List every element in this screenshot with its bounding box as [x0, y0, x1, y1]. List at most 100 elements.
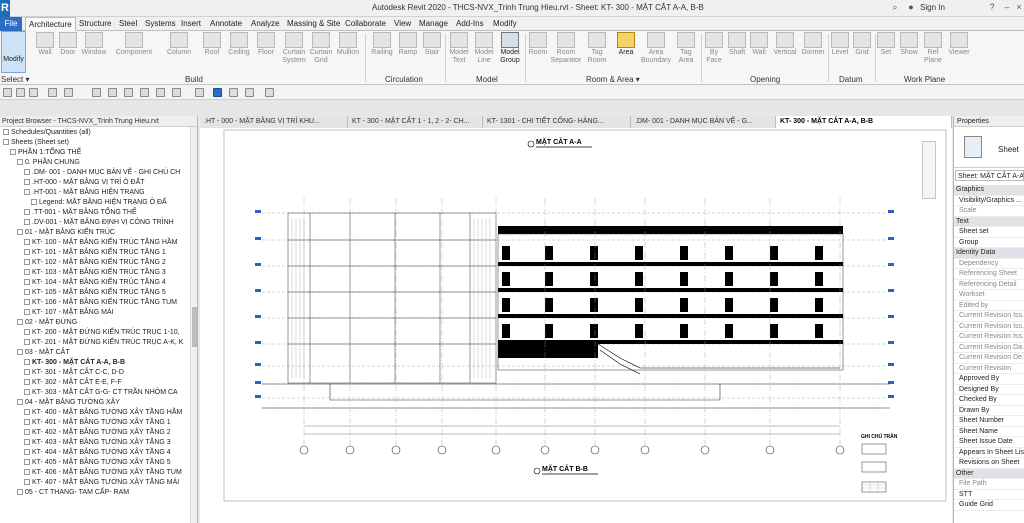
expand-icon[interactable]	[24, 259, 30, 265]
panel-label-room-area[interactable]: Room & Area ▾	[586, 75, 640, 84]
tab-systems[interactable]: Systems	[142, 17, 179, 31]
model-line-button[interactable]: Model Line	[472, 32, 496, 74]
tag-icon[interactable]	[140, 88, 149, 97]
expand-icon[interactable]	[24, 249, 30, 255]
expand-icon[interactable]	[17, 399, 23, 405]
by-face-button[interactable]: By Face	[703, 32, 725, 74]
model-text-button[interactable]: Model Text	[447, 32, 471, 74]
navigation-bar[interactable]	[922, 141, 936, 199]
property-group[interactable]: Graphics	[954, 185, 1024, 196]
tab-add-ins[interactable]: Add-Ins	[453, 17, 487, 31]
opening-wall-button[interactable]: Wall	[749, 32, 769, 74]
select-dropdown[interactable]: Select ▾	[1, 75, 29, 84]
ceiling-button[interactable]: Ceiling	[225, 32, 253, 74]
model-group-button[interactable]: Model Group	[497, 32, 523, 74]
floor-button[interactable]: Floor	[255, 32, 277, 74]
sign-in-link[interactable]: Sign In	[920, 3, 945, 12]
property-row[interactable]: Sheet Name	[954, 427, 1024, 437]
browser-group[interactable]: 02 - MẶT ĐỨNG	[17, 318, 77, 328]
property-row[interactable]: Checked By	[954, 395, 1024, 406]
browser-item[interactable]: .TT-001 - MẶT BẰNG TỔNG THỂ	[24, 208, 137, 218]
expand-icon[interactable]	[17, 489, 23, 495]
expand-icon[interactable]	[3, 139, 9, 145]
view-tab[interactable]: .HT - 000 - MẶT BẰNG VỊ TRÍ KHU...	[200, 116, 348, 128]
search-icon[interactable]: ⌕	[890, 2, 900, 13]
property-row[interactable]: Sheet Number	[954, 416, 1024, 427]
grid-button[interactable]: Grid	[852, 32, 872, 74]
drawing-canvas[interactable]: MẶT CẮT A-A MẶT CẮT B-B GHI CHÚ TRẦN	[200, 128, 952, 523]
expand-icon[interactable]	[24, 309, 30, 315]
property-row[interactable]: Guide Grid	[954, 500, 1024, 511]
browser-item[interactable]: KT- 301 - MẶT CẮT C-C, D-D	[24, 368, 124, 378]
browser-group[interactable]: 01 - MẶT BẰNG KIẾN TRÚC	[17, 228, 115, 238]
browser-item[interactable]: KT- 103 - MẶT BẰNG KIẾN TRÚC TẦNG 3	[24, 268, 166, 278]
switch-windows-icon[interactable]	[245, 88, 254, 97]
type-selector[interactable]: Sheet	[954, 128, 1024, 168]
ramp-button[interactable]: Ramp	[397, 32, 419, 74]
railing-button[interactable]: Railing	[369, 32, 395, 74]
expand-icon[interactable]	[24, 449, 30, 455]
property-row[interactable]: Revisions on Sheet	[954, 458, 1024, 469]
browser-item[interactable]: KT- 107 - MẶT BẰNG MÁI	[24, 308, 114, 318]
wall-button[interactable]: Wall	[35, 32, 55, 74]
undo-icon[interactable]	[48, 88, 57, 97]
viewer-button[interactable]: Viewer	[946, 32, 972, 74]
browser-item[interactable]: KT- 404 - MẶT BẰNG TƯỜNG XÂY TẦNG 4	[24, 448, 171, 458]
dimension-icon[interactable]	[124, 88, 133, 97]
shaft-button[interactable]: Shaft	[726, 32, 748, 74]
expand-icon[interactable]	[24, 459, 30, 465]
property-group[interactable]: Identity Data	[954, 248, 1024, 259]
browser-item[interactable]: KT- 200 - MẶT ĐỨNG KIẾN TRÚC TRỤC 1-10,	[24, 328, 180, 338]
room-separator-button[interactable]: Room Separator	[550, 32, 582, 74]
browser-item[interactable]: KT- 402 - MẶT BẰNG TƯỜNG XÂY TẦNG 2	[24, 428, 171, 438]
stair-button[interactable]: Stair	[421, 32, 443, 74]
property-row[interactable]: Referencing Detail	[954, 280, 1024, 290]
window-button[interactable]: Window	[80, 32, 108, 74]
browser-item[interactable]: KT- 407 - MẶT BẰNG TƯỜNG XÂY TẦNG MÁI	[24, 478, 179, 488]
expand-icon[interactable]	[31, 199, 37, 205]
property-row[interactable]: File Path	[954, 479, 1024, 490]
expand-icon[interactable]	[24, 359, 30, 365]
expand-icon[interactable]	[24, 289, 30, 295]
expand-icon[interactable]	[24, 429, 30, 435]
door-button[interactable]: Door	[58, 32, 78, 74]
browser-item[interactable]: KT- 302 - MẶT CẮT E-E, F-F	[24, 378, 122, 388]
tab-structure[interactable]: Structure	[76, 17, 114, 31]
expand-icon[interactable]	[24, 469, 30, 475]
help-icon[interactable]: ?	[987, 2, 997, 13]
expand-icon[interactable]	[24, 419, 30, 425]
browser-group[interactable]: 04 - MẶT BẰNG TƯỜNG XÂY	[17, 398, 120, 408]
sync-icon[interactable]	[29, 88, 38, 97]
expand-icon[interactable]	[17, 159, 23, 165]
browser-item[interactable]: KT- 406 - MẶT BẰNG TƯỜNG XÂY TẦNG TUM	[24, 468, 182, 478]
property-row[interactable]: Current Revision Iss...	[954, 322, 1024, 332]
browser-item[interactable]: KT- 303 - MẶT CẮT G-G- CT TRẦN NHÔM CA	[24, 388, 178, 398]
vertical-button[interactable]: Vertical	[771, 32, 799, 74]
component-button[interactable]: Component	[112, 32, 156, 74]
expand-icon[interactable]	[24, 409, 30, 415]
expand-icon[interactable]	[24, 439, 30, 445]
property-group[interactable]: Other	[954, 468, 1024, 479]
area-boundary-button[interactable]: Area Boundary	[640, 32, 672, 74]
expand-icon[interactable]	[24, 239, 30, 245]
property-row[interactable]: Current Revision Iss...	[954, 311, 1024, 322]
minimize-icon[interactable]: –	[1002, 2, 1012, 13]
thin-lines-icon[interactable]	[213, 88, 222, 97]
property-row[interactable]: Referencing Sheet	[954, 269, 1024, 280]
view-tab[interactable]: KT- 1301 - CHI TIẾT CỐNG- HÀNG...	[483, 116, 631, 128]
print-icon[interactable]	[92, 88, 101, 97]
browser-item[interactable]: KT- 104 - MẶT BẰNG KIẾN TRÚC TẦNG 4	[24, 278, 166, 288]
browser-item[interactable]: KT- 106 - MẶT BẰNG KIẾN TRÚC TẦNG TUM	[24, 298, 177, 308]
curtain-grid-button[interactable]: Curtain Grid	[309, 32, 333, 74]
property-row[interactable]: Current Revision	[954, 364, 1024, 374]
column-button[interactable]: Column	[164, 32, 194, 74]
expand-icon[interactable]	[24, 379, 30, 385]
dormer-button[interactable]: Dormer	[800, 32, 826, 74]
redo-icon[interactable]	[64, 88, 73, 97]
property-row[interactable]: Current Revision De...	[954, 353, 1024, 364]
user-icon[interactable]: ●	[906, 2, 916, 13]
section-icon[interactable]	[195, 88, 204, 97]
browser-item[interactable]: KT- 101 - MẶT BẰNG KIẾN TRÚC TẦNG 1	[24, 248, 166, 258]
settings-icon[interactable]	[265, 88, 274, 97]
expand-icon[interactable]	[24, 299, 30, 305]
